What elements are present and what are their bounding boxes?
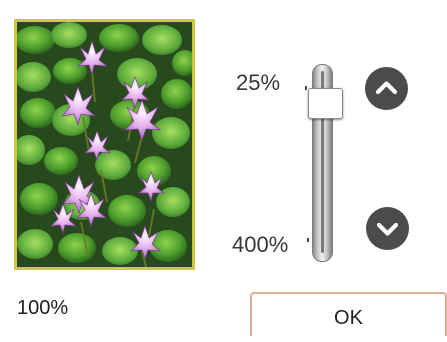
zoom-down-button[interactable]	[366, 207, 409, 250]
max-zoom-label: 25%	[236, 70, 281, 95]
photo-preview-image	[17, 22, 192, 267]
slider-top-tick	[305, 86, 307, 90]
zoom-up-button[interactable]	[365, 67, 408, 110]
ok-button[interactable]: OK	[250, 292, 447, 336]
current-zoom-value: 100%	[17, 297, 69, 319]
zoom-slider-thumb[interactable]	[308, 88, 343, 119]
photo-preview	[14, 19, 195, 270]
min-zoom-label: 400%	[232, 232, 289, 257]
slider-bottom-tick	[307, 238, 309, 242]
zoom-screen: 25% 400% 100% OK	[0, 0, 447, 336]
chevron-down-icon	[376, 222, 399, 236]
chevron-up-icon	[375, 81, 398, 95]
